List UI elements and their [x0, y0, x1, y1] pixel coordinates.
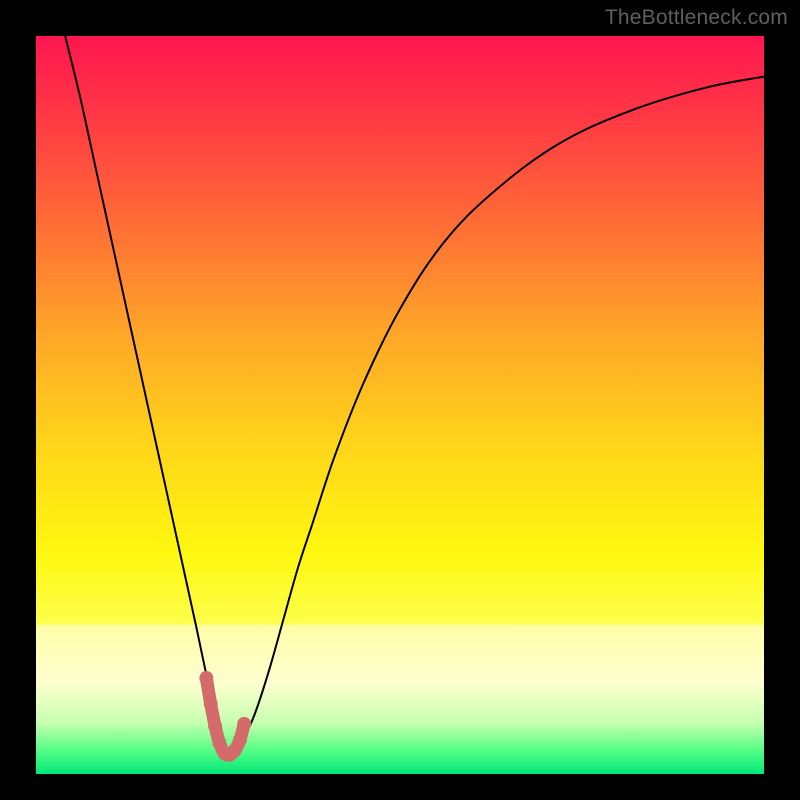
highlight-dot: [208, 719, 222, 733]
gradient-background: [36, 36, 764, 774]
highlight-dot: [233, 733, 247, 747]
plot-svg: [36, 36, 764, 774]
outer-frame: TheBottleneck.com: [0, 0, 800, 800]
highlight-dot: [237, 717, 251, 731]
plot-area: [36, 36, 764, 774]
watermark-text: TheBottleneck.com: [605, 6, 788, 30]
highlight-dot: [204, 697, 218, 711]
highlight-dot: [199, 671, 213, 685]
